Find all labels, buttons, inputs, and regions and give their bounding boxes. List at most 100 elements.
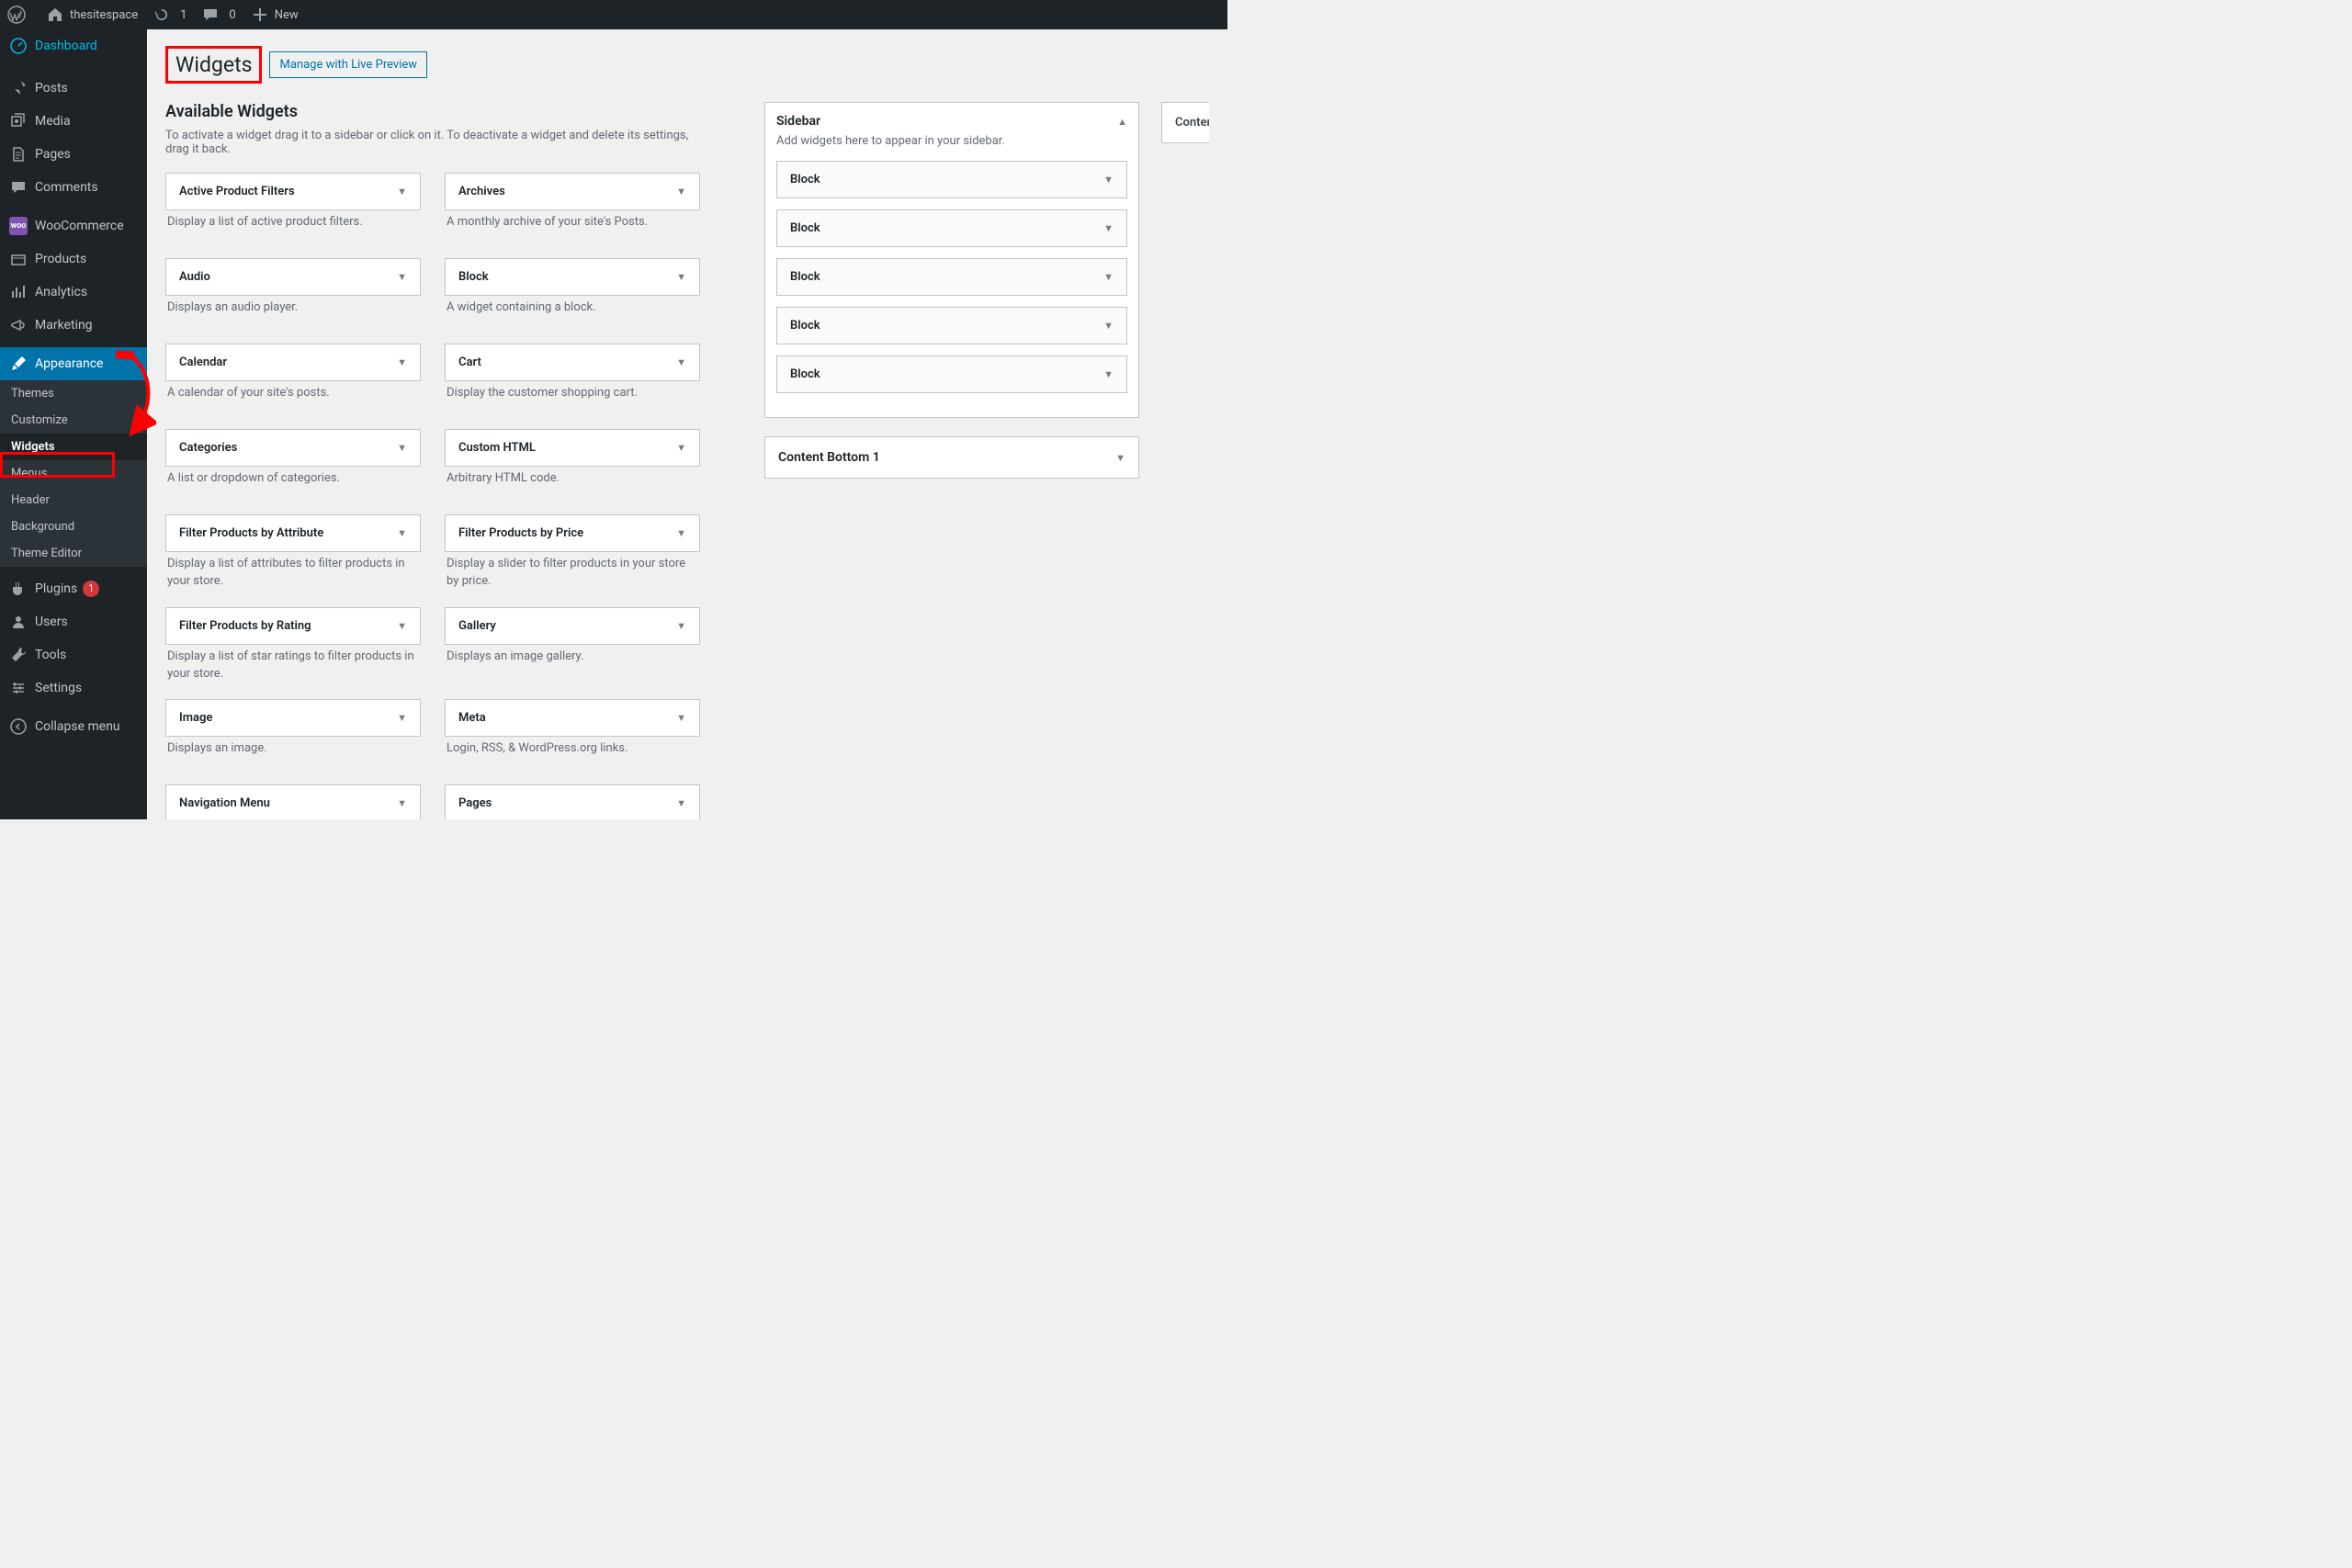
new-link[interactable]: New — [243, 0, 306, 29]
comments-count: 0 — [229, 8, 235, 22]
widget-title: Image — [179, 711, 212, 725]
widget-description: Displays an audio player. — [165, 296, 421, 334]
available-widget[interactable]: Gallery ▼ — [445, 607, 700, 645]
available-widget[interactable]: Archives▼ — [445, 173, 700, 210]
chevron-down-icon: ▼ — [676, 442, 686, 454]
submenu-themes[interactable]: Themes — [0, 380, 147, 407]
sidebar-widget-block[interactable]: Block▼ — [776, 209, 1127, 247]
available-widget[interactable]: Filter Products by Rating▼ — [165, 607, 421, 645]
sidebar-widget-block[interactable]: Block ▼ — [776, 355, 1127, 393]
chevron-down-icon: ▼ — [676, 620, 686, 632]
sidebar-item-label: Media — [35, 114, 71, 129]
chevron-down-icon: ▼ — [397, 186, 407, 197]
submenu-customize[interactable]: Customize — [0, 407, 147, 434]
updates-link[interactable]: 1 — [145, 0, 194, 29]
content-area: Widgets Manage with Live Preview Availab… — [147, 29, 1227, 819]
widget-title: Filter Products by Price — [458, 526, 583, 540]
sidebar-item-analytics[interactable]: Analytics — [0, 276, 147, 309]
sidebar-item-label: Pages — [35, 147, 71, 162]
chevron-down-icon: ▼ — [397, 356, 407, 368]
site-name-link[interactable]: thesitespace — [39, 0, 145, 29]
sidebar-item-media[interactable]: Media — [0, 105, 147, 138]
widget-title: Calendar — [179, 355, 227, 369]
available-widget[interactable]: Audio▼ — [165, 258, 421, 296]
widget-areas-column: Sidebar ▲ Add widgets here to appear in … — [764, 102, 1209, 497]
available-widget[interactable]: Filter Products by Price▼ — [445, 514, 700, 552]
widget-title: Block — [790, 319, 820, 333]
sidebar-item-products[interactable]: Products — [0, 243, 147, 276]
widget-description: A widget containing a block. — [445, 296, 700, 334]
megaphone-icon — [9, 316, 28, 334]
sidebar-item-settings[interactable]: Settings — [0, 671, 147, 705]
sidebar-widget-block[interactable]: Block▼ — [776, 307, 1127, 344]
widget-description: Displays an image gallery. — [445, 645, 700, 683]
settings-icon — [9, 679, 28, 697]
sidebar-item-dashboard[interactable]: Dashboard — [0, 29, 147, 62]
sidebar-item-comments[interactable]: Comments — [0, 171, 147, 204]
live-preview-button[interactable]: Manage with Live Preview — [269, 51, 427, 78]
chevron-down-icon: ▼ — [397, 797, 407, 809]
available-widget[interactable]: Custom HTML▼ — [445, 429, 700, 467]
sidebar-item-users[interactable]: Users — [0, 605, 147, 638]
widget-area-title: Content Bottom 1 — [778, 450, 880, 465]
sidebar-item-label: WooCommerce — [35, 219, 124, 233]
media-icon — [9, 112, 28, 130]
sidebar-item-posts[interactable]: Posts — [0, 72, 147, 105]
sidebar-item-label: Marketing — [35, 318, 93, 333]
available-widget[interactable]: Meta▼ — [445, 699, 700, 737]
submenu-widgets[interactable]: Widgets — [0, 434, 147, 460]
widget-title: Navigation Menu — [179, 796, 270, 810]
sidebar-collapse[interactable]: Collapse menu — [0, 710, 147, 743]
available-widget[interactable]: Filter Products by Attribute▼ — [165, 514, 421, 552]
widget-area-content-bottom-1[interactable]: Content Bottom 1 ▼ — [764, 436, 1139, 479]
sidebar-item-marketing[interactable]: Marketing — [0, 309, 147, 342]
submenu-theme-editor[interactable]: Theme Editor — [0, 540, 147, 567]
sidebar-item-woocommerce[interactable]: woo WooCommerce — [0, 209, 147, 243]
widget-title: Block — [790, 367, 820, 381]
submenu-header[interactable]: Header — [0, 487, 147, 513]
sidebar-item-plugins[interactable]: Plugins 1 — [0, 572, 147, 605]
available-widget[interactable]: Navigation Menu ▼ — [165, 784, 421, 819]
products-icon — [9, 250, 28, 268]
sidebar-item-label: Tools — [35, 648, 66, 662]
chevron-down-icon: ▼ — [1103, 222, 1114, 234]
widget-title: Block — [790, 173, 820, 186]
widget-description: Display a list of attributes to filter p… — [165, 552, 421, 598]
available-widget[interactable]: Calendar ▼ — [165, 344, 421, 381]
widget-area-sidebar: Sidebar ▲ Add widgets here to appear in … — [764, 102, 1139, 418]
sidebar-item-tools[interactable]: Tools — [0, 638, 147, 671]
sidebar-item-label: Appearance — [35, 356, 103, 371]
comments-link[interactable]: 0 — [194, 0, 243, 29]
available-widget[interactable]: Active Product Filters▼ — [165, 173, 421, 210]
available-widget[interactable]: Pages▼ — [445, 784, 700, 819]
sidebar-item-pages[interactable]: Pages — [0, 138, 147, 171]
submenu-menus[interactable]: Menus — [0, 460, 147, 487]
widget-description: Displays an image. — [165, 737, 421, 775]
chevron-down-icon: ▼ — [397, 527, 407, 539]
available-widget[interactable]: Categories▼ — [165, 429, 421, 467]
page-title: Widgets — [165, 46, 262, 84]
widget-description: Arbitrary HTML code. — [445, 467, 700, 505]
available-widget[interactable]: Image▼ — [165, 699, 421, 737]
sidebar-widget-block[interactable]: Block▼ — [776, 258, 1127, 296]
sidebar-item-appearance[interactable]: Appearance — [0, 347, 147, 380]
chevron-down-icon: ▼ — [676, 356, 686, 368]
sidebar-widget-block[interactable]: Block ▼ — [776, 161, 1127, 198]
available-widgets-column: Available Widgets To activate a widget d… — [165, 102, 700, 819]
widget-area-toggle[interactable]: Sidebar ▲ — [776, 114, 1127, 129]
widget-area-cutoff[interactable]: Conten — [1161, 102, 1209, 143]
sidebar-item-label: Dashboard — [35, 39, 97, 53]
woo-icon: woo — [9, 217, 28, 235]
submenu-background[interactable]: Background — [0, 513, 147, 540]
widget-description: Display the customer shopping cart. — [445, 381, 700, 420]
comment-icon — [201, 6, 220, 24]
chevron-down-icon: ▼ — [1103, 368, 1114, 380]
available-widget[interactable]: Cart▼ — [445, 344, 700, 381]
chevron-down-icon: ▼ — [1103, 174, 1114, 186]
dashboard-icon — [9, 37, 28, 55]
updates-count: 1 — [180, 8, 187, 22]
sidebar-item-label: Analytics — [35, 285, 87, 299]
widget-title: Gallery — [458, 619, 496, 633]
available-widget[interactable]: Block▼ — [445, 258, 700, 296]
wp-logo[interactable] — [0, 0, 39, 29]
